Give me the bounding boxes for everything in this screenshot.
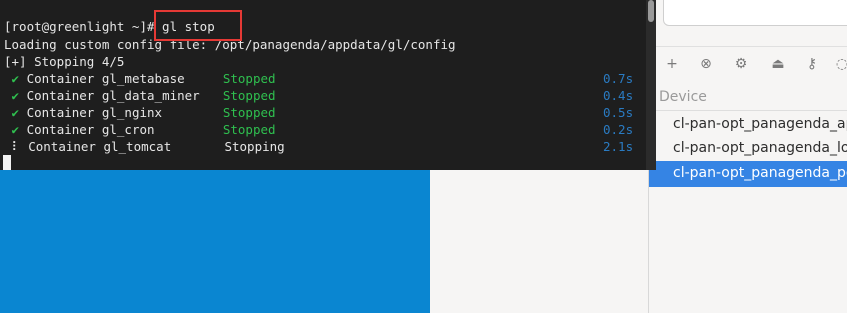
add-icon[interactable]: + — [663, 55, 681, 73]
command-line: [root@greenlight ~]# gl stop — [4, 18, 215, 35]
container-name: gl_data_miner — [101, 88, 200, 103]
spinner-icon: ⠇ — [11, 139, 21, 154]
container-time: 0.7s — [603, 71, 634, 86]
container-prefix: Container — [26, 122, 95, 137]
top-input-field[interactable] — [663, 0, 847, 26]
config-line: Loading custom config file: /opt/panagen… — [4, 37, 456, 52]
device-toolbar: + ⊗ ⚙ ⏏ ⚷ ◌ — [649, 46, 847, 81]
device-label: cl-pan-opt_panagenda_pgd — [673, 165, 847, 181]
check-icon: ✔ — [11, 105, 20, 120]
terminal-cursor — [3, 155, 11, 170]
container-name: gl_nginx — [101, 105, 163, 120]
check-icon: ✔ — [11, 88, 20, 103]
container-prefix: Container — [26, 105, 95, 120]
window-gap — [430, 170, 646, 313]
container-line: ✔ Container gl_cron Stopped 0.2s — [4, 121, 634, 138]
container-time: 2.1s — [603, 139, 634, 154]
device-row[interactable]: cl-pan-opt_panagenda_app — [649, 112, 847, 138]
key-icon[interactable]: ⚷ — [803, 55, 821, 73]
check-icon: ✔ — [11, 122, 20, 137]
container-time: 0.2s — [603, 122, 634, 137]
container-status: Stopped — [222, 105, 276, 120]
bulb-icon[interactable]: ◌ — [833, 55, 847, 73]
container-status: Stopped — [222, 88, 276, 103]
eject-icon[interactable]: ⏏ — [769, 55, 787, 73]
terminal-window[interactable]: [root@greenlight ~]# gl stop Loading cus… — [0, 0, 646, 170]
container-prefix: Container — [28, 139, 96, 154]
terminal-scrollbar[interactable] — [646, 0, 656, 170]
container-time: 0.5s — [603, 105, 634, 120]
device-row[interactable]: cl-pan-opt_panagenda_log — [649, 136, 847, 162]
device-column-label: Device — [659, 89, 707, 105]
container-status: Stopped — [222, 71, 276, 86]
container-line: ✔ Container gl_data_miner Stopped 0.4s — [4, 87, 634, 104]
settings-icon[interactable]: ⚙ — [732, 55, 750, 73]
device-column-header[interactable]: Device — [649, 86, 847, 111]
container-name: gl_tomcat — [103, 139, 172, 154]
remove-icon[interactable]: ⊗ — [697, 55, 715, 73]
device-label: cl-pan-opt_panagenda_app — [673, 116, 847, 132]
check-icon: ✔ — [11, 71, 20, 86]
container-line: ✔ Container gl_nginx Stopped 0.5s — [4, 104, 634, 121]
container-name: gl_cron — [101, 122, 155, 137]
container-name: gl_metabase — [101, 71, 185, 86]
device-row-selected[interactable]: cl-pan-opt_panagenda_pgd — [649, 161, 847, 187]
device-label: cl-pan-opt_panagenda_log — [673, 140, 847, 156]
command-text: gl stop — [162, 19, 215, 34]
progress-line: [+] Stopping 4/5 — [4, 54, 125, 69]
container-prefix: Container — [26, 71, 95, 86]
container-line: ✔ Container gl_metabase Stopped 0.7s — [4, 70, 634, 87]
desktop-background — [0, 170, 430, 313]
container-line: ⠇ Container gl_tomcat Stopping 2.1s — [4, 138, 634, 155]
shell-prompt: [root@greenlight ~]# — [4, 19, 163, 34]
device-panel: + ⊗ ⚙ ⏏ ⚷ ◌ Device cl-pan-opt_panagenda_… — [648, 0, 847, 313]
container-status: Stopped — [222, 122, 276, 137]
scrollbar-thumb[interactable] — [648, 0, 654, 22]
container-time: 0.4s — [603, 88, 634, 103]
container-prefix: Container — [26, 88, 95, 103]
container-status: Stopping — [224, 139, 285, 154]
